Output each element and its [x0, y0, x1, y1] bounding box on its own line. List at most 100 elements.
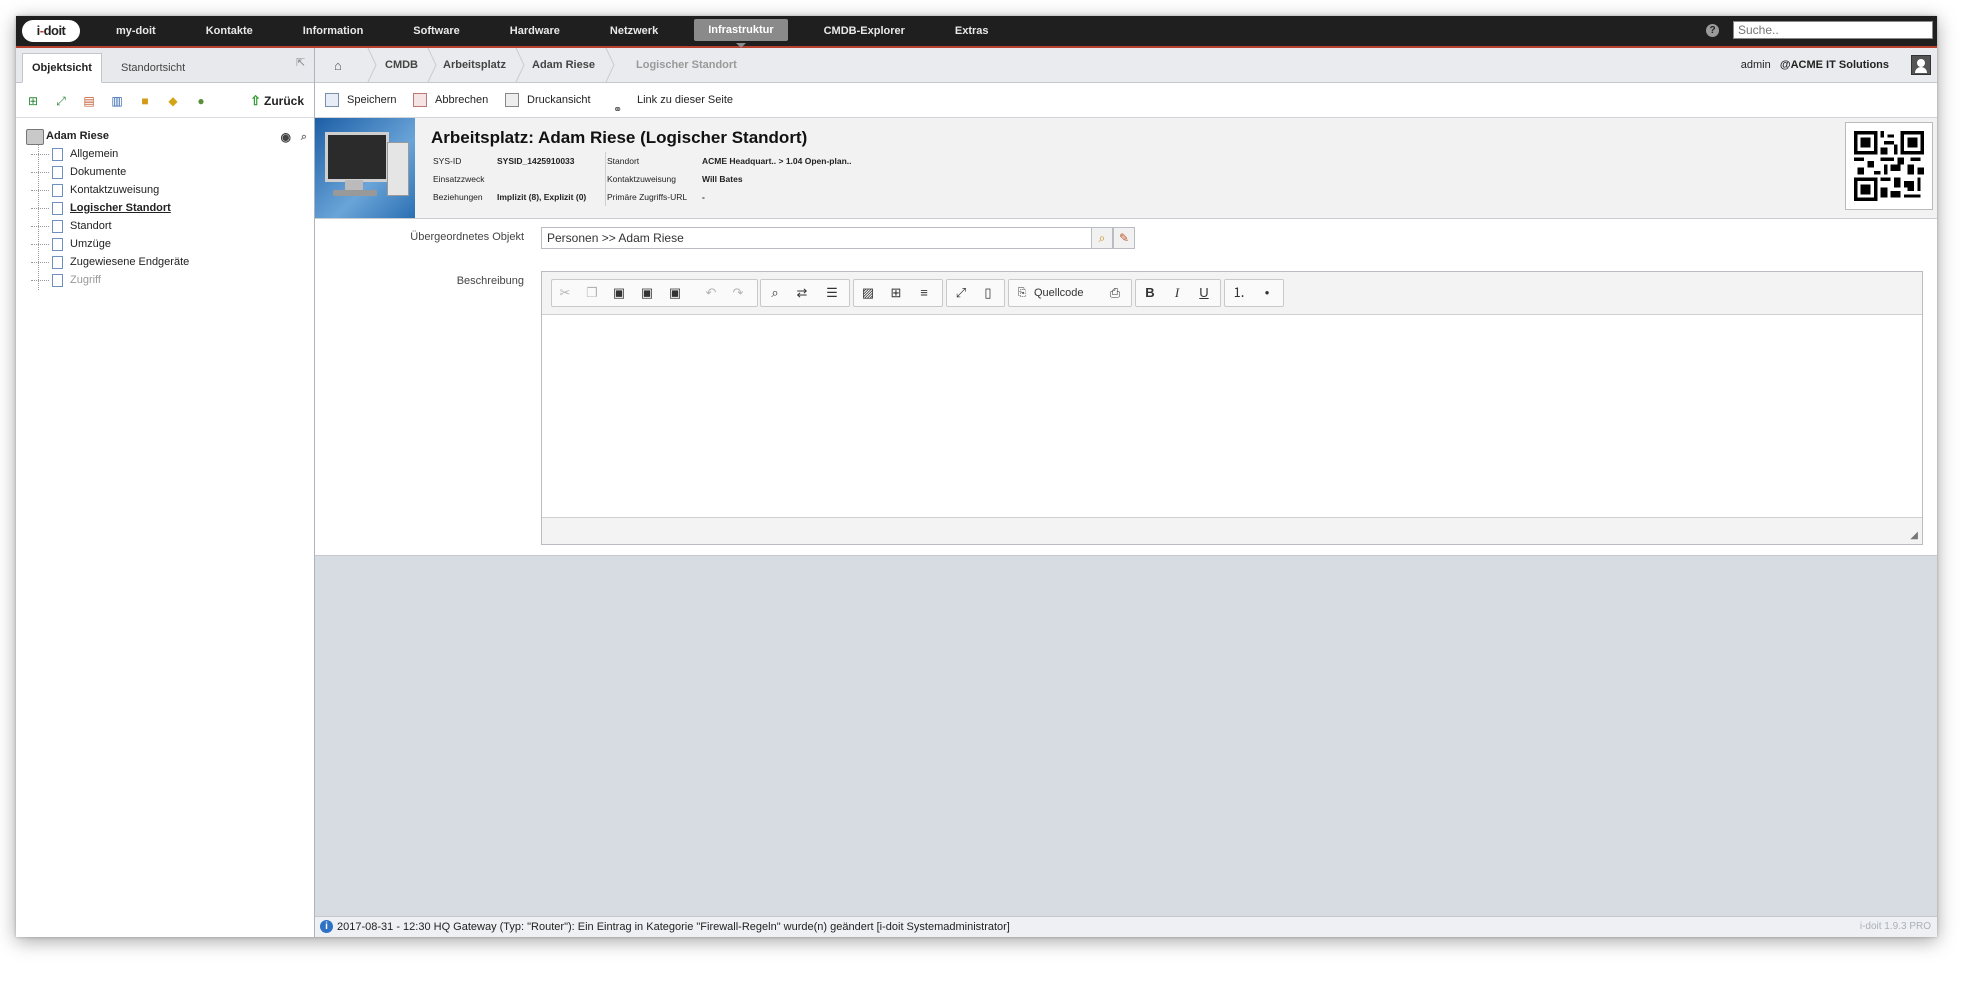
- list-view-icon[interactable]: ▤: [82, 94, 96, 108]
- editor-content-area[interactable]: [542, 315, 1922, 515]
- nav-hardware[interactable]: Hardware: [496, 16, 574, 46]
- book-icon[interactable]: ▥: [110, 94, 124, 108]
- maximize-icon[interactable]: ⤢: [952, 284, 970, 302]
- breadcrumb-cmdb[interactable]: CMDB: [385, 48, 418, 82]
- numbered-list-icon[interactable]: ⒈: [1230, 284, 1248, 302]
- shield-icon[interactable]: ◆: [166, 94, 180, 108]
- document-icon: [52, 166, 63, 179]
- description-label: Beschreibung: [456, 275, 524, 287]
- document-icon: [52, 220, 63, 233]
- undo-icon[interactable]: ↶: [702, 284, 720, 302]
- breadcrumb-adam-riese[interactable]: Adam Riese: [532, 48, 595, 82]
- meta-label-sysid: SYS-ID: [433, 156, 462, 166]
- parent-object-field[interactable]: Personen >> Adam Riese: [541, 227, 1096, 249]
- status-bar: i 2017-08-31 - 12:30 HQ Gateway (Typ: "R…: [315, 916, 1937, 937]
- tree-item-logischer-standort[interactable]: Logischer Standort: [24, 199, 309, 217]
- tab-standortsicht[interactable]: Standortsicht: [112, 54, 194, 82]
- meta-value-zugriffs-url: -: [702, 192, 705, 202]
- tenant-name[interactable]: @ACME IT Solutions: [1780, 59, 1889, 71]
- magnifier-icon[interactable]: ⌕: [301, 128, 307, 146]
- i-doit-logo[interactable]: i-doit: [22, 20, 80, 42]
- source-button[interactable]: Quellcode: [1034, 284, 1084, 302]
- link-icon: ⚭: [613, 104, 623, 117]
- page-link-button[interactable]: ⚭ Link zu dieser Seite: [613, 83, 733, 117]
- meta-value-kontaktzuweisung[interactable]: Will Bates: [702, 170, 743, 188]
- tree-item-label: Umzüge: [70, 238, 111, 250]
- left-panel: Objektsicht Standortsicht ⇱ ⊞ ⤢ ▤ ▥ ■ ◆ …: [16, 48, 315, 937]
- tree-item-umzuege[interactable]: Umzüge: [24, 235, 309, 253]
- print-view-button[interactable]: Druckansicht: [505, 83, 591, 117]
- nav-extras[interactable]: Extras: [941, 16, 1003, 46]
- nav-cmdb-explorer[interactable]: CMDB-Explorer: [810, 16, 919, 46]
- show-blocks-icon[interactable]: ▯: [979, 284, 997, 302]
- editor-toolbar: ✂ ❐ ▣ ▣ ▣ ↶ ↷ ⌕ ⇄ ☰ ▨ ⊞ ≡ ⤢ ▯ ⎘ Quellcod…: [542, 272, 1922, 315]
- cancel-button[interactable]: Abbrechen: [413, 83, 488, 117]
- tree-toolbar: ⊞ ⤢ ▤ ▥ ■ ◆ ● ⇧ Zurück: [16, 83, 314, 118]
- tab-objektsicht[interactable]: Objektsicht: [22, 53, 102, 83]
- cancel-label: Abbrechen: [435, 94, 489, 106]
- paste-word-icon[interactable]: ▣: [666, 284, 684, 302]
- tree-item-zugewiesene-endgeraete[interactable]: Zugewiesene Endgeräte: [24, 253, 309, 271]
- paste-icon[interactable]: ▣: [610, 284, 628, 302]
- save-button[interactable]: Speichern: [325, 83, 397, 117]
- popout-icon[interactable]: ⇱: [296, 58, 306, 69]
- print-icon[interactable]: ⎙: [1106, 284, 1124, 302]
- lock-icon[interactable]: ■: [138, 94, 152, 108]
- redo-icon[interactable]: ↷: [729, 284, 747, 302]
- tree-item-dokumente[interactable]: Dokumente: [24, 163, 309, 181]
- tree-item-standort[interactable]: Standort: [24, 217, 309, 235]
- meta-value-standort[interactable]: ACME Headquart.. > 1.04 Open-plan..: [702, 152, 852, 170]
- tree-item-zugriff[interactable]: Zugriff: [24, 271, 309, 289]
- tree-root-item[interactable]: Adam Riese ◉ ⌕: [24, 127, 309, 145]
- source-icon: ⎘: [1017, 287, 1027, 299]
- replace-icon[interactable]: ⇄: [793, 284, 811, 302]
- tree-view-icon[interactable]: ⊞: [26, 94, 40, 108]
- tree-item-kontaktzuweisung[interactable]: Kontaktzuweisung: [24, 181, 309, 199]
- italic-icon[interactable]: I: [1168, 284, 1186, 302]
- nav-software[interactable]: Software: [399, 16, 473, 46]
- tree-item-label: Dokumente: [70, 166, 127, 178]
- meta-value-beziehungen[interactable]: Implizit (8), Explizit (0): [497, 188, 586, 206]
- tree-item-label: Zugewiesene Endgeräte: [70, 256, 190, 268]
- search-input[interactable]: [1733, 21, 1933, 39]
- image-icon[interactable]: ▨: [859, 284, 877, 302]
- back-button[interactable]: ⇧ Zurück: [250, 93, 304, 109]
- breadcrumb-arbeitsplatz[interactable]: Arbeitsplatz: [443, 48, 506, 82]
- qr-code[interactable]: [1845, 122, 1933, 210]
- nav-my-doit[interactable]: my-doit: [102, 16, 170, 46]
- tree-root-label: Adam Riese: [46, 130, 109, 142]
- document-icon: [52, 148, 63, 161]
- user-avatar-icon[interactable]: [1911, 55, 1931, 75]
- help-icon[interactable]: ?: [1706, 24, 1719, 37]
- save-label: Speichern: [347, 94, 397, 106]
- resize-handle-icon[interactable]: ◢: [1910, 530, 1918, 541]
- find-icon[interactable]: ⌕: [766, 284, 784, 302]
- copy-icon[interactable]: ❐: [583, 284, 601, 302]
- bold-icon[interactable]: B: [1141, 284, 1159, 302]
- search-icon[interactable]: ⌕: [1091, 227, 1113, 249]
- globe-icon[interactable]: ●: [194, 94, 208, 108]
- expand-icon[interactable]: ⤢: [54, 94, 68, 108]
- document-icon: [52, 202, 63, 215]
- home-icon[interactable]: ⌂: [334, 58, 342, 73]
- bullet-list-icon[interactable]: •: [1258, 284, 1276, 302]
- paste-text-icon[interactable]: ▣: [638, 284, 656, 302]
- select-all-icon[interactable]: ☰: [823, 284, 841, 302]
- breadcrumb-separator: [367, 48, 377, 82]
- parent-object-label: Übergeordnetes Objekt: [410, 231, 524, 243]
- detach-icon[interactable]: ✎: [1113, 227, 1135, 249]
- meta-label-zugriffs-url: Primäre Zugriffs-URL: [607, 192, 688, 202]
- nav-kontakte[interactable]: Kontakte: [192, 16, 267, 46]
- tree-item-label: Standort: [70, 220, 112, 232]
- eye-icon[interactable]: ◉: [281, 128, 291, 146]
- underline-icon[interactable]: U: [1195, 284, 1213, 302]
- object-header: Arbeitsplatz: Adam Riese (Logischer Stan…: [315, 118, 1937, 219]
- breadcrumb-separator: [427, 48, 437, 82]
- table-icon[interactable]: ⊞: [887, 284, 905, 302]
- nav-infrastruktur[interactable]: Infrastruktur: [694, 19, 788, 48]
- tree-item-allgemein[interactable]: Allgemein: [24, 145, 309, 163]
- nav-information[interactable]: Information: [289, 16, 378, 46]
- nav-netzwerk[interactable]: Netzwerk: [596, 16, 672, 46]
- cut-icon[interactable]: ✂: [556, 284, 574, 302]
- horizontal-rule-icon[interactable]: ≡: [915, 284, 933, 302]
